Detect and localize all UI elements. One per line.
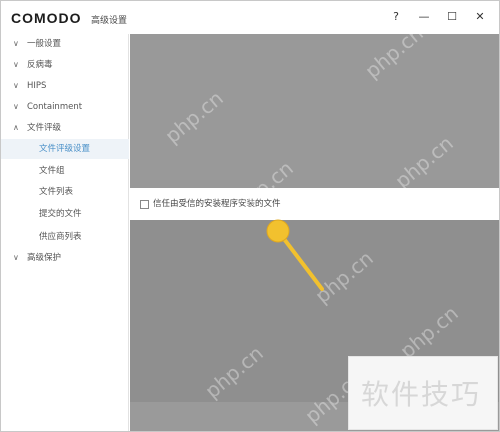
sidebar-item-advanced-protection[interactable]: ∨ 高级保护 bbox=[1, 248, 129, 268]
sidebar-item-file-groups[interactable]: 文件组 bbox=[1, 161, 129, 181]
site-stamp: 软件技巧 bbox=[348, 356, 498, 430]
help-button[interactable]: ? bbox=[385, 7, 407, 27]
sidebar-item-label: 供应商列表 bbox=[39, 232, 82, 242]
chevron-down-icon: ∨ bbox=[13, 60, 19, 69]
maximize-button[interactable]: ☐ bbox=[441, 7, 463, 27]
trust-installer-label[interactable]: 信任由受信的安装程序安装的文件 bbox=[153, 197, 281, 209]
sidebar-item-label: HIPS bbox=[27, 81, 47, 91]
window-title: 高级设置 bbox=[91, 16, 128, 26]
sidebar-item-submitted-files[interactable]: 提交的文件 bbox=[1, 204, 129, 224]
sidebar-item-label: 反病毒 bbox=[27, 60, 53, 70]
sidebar-item-antivirus[interactable]: ∨ 反病毒 bbox=[1, 55, 129, 75]
sidebar-item-containment[interactable]: ∨ Containment bbox=[1, 97, 129, 117]
sidebar-item-label: 文件列表 bbox=[39, 187, 74, 197]
sidebar-item-label: 高级保护 bbox=[27, 253, 62, 263]
sidebar-item-label: 文件组 bbox=[39, 166, 65, 176]
sidebar-item-label: Containment bbox=[27, 102, 83, 112]
trust-installer-checkbox[interactable] bbox=[140, 200, 149, 209]
minimize-button[interactable]: — bbox=[413, 7, 435, 27]
blurred-settings-area bbox=[130, 34, 499, 188]
chevron-down-icon: ∨ bbox=[13, 102, 19, 111]
sidebar-item-file-rating[interactable]: ∧ 文件评级 bbox=[1, 118, 129, 138]
sidebar-item-vendor-list[interactable]: 供应商列表 bbox=[1, 227, 129, 247]
chevron-down-icon: ∨ bbox=[13, 81, 19, 90]
stamp-text: 软件技巧 bbox=[361, 378, 482, 411]
title-bar: COMODO 高级设置 ? — ☐ ✕ bbox=[1, 1, 499, 34]
comodo-logo: COMODO bbox=[11, 10, 82, 26]
close-button[interactable]: ✕ bbox=[469, 7, 491, 27]
chevron-down-icon: ∨ bbox=[13, 39, 19, 48]
sidebar-item-label: 一般设置 bbox=[27, 39, 62, 49]
sidebar-item-label: 文件评级设置 bbox=[39, 144, 91, 154]
sidebar-item-file-list[interactable]: 文件列表 bbox=[1, 182, 129, 202]
chevron-down-icon: ∨ bbox=[13, 253, 19, 262]
trust-installer-option-row: 信任由受信的安装程序安装的文件 bbox=[130, 188, 499, 220]
chevron-up-icon: ∧ bbox=[13, 123, 19, 132]
settings-sidebar: ∨ 一般设置 ∨ 反病毒 ∨ HIPS ∨ Containment ∧ 文件评级… bbox=[1, 34, 129, 431]
sidebar-item-label: 提交的文件 bbox=[39, 209, 82, 219]
sidebar-item-file-rating-settings[interactable]: 文件评级设置 bbox=[1, 139, 129, 159]
sidebar-item-label: 文件评级 bbox=[27, 123, 62, 133]
sidebar-item-hips[interactable]: ∨ HIPS bbox=[1, 76, 129, 96]
sidebar-item-general-settings[interactable]: ∨ 一般设置 bbox=[1, 34, 129, 54]
